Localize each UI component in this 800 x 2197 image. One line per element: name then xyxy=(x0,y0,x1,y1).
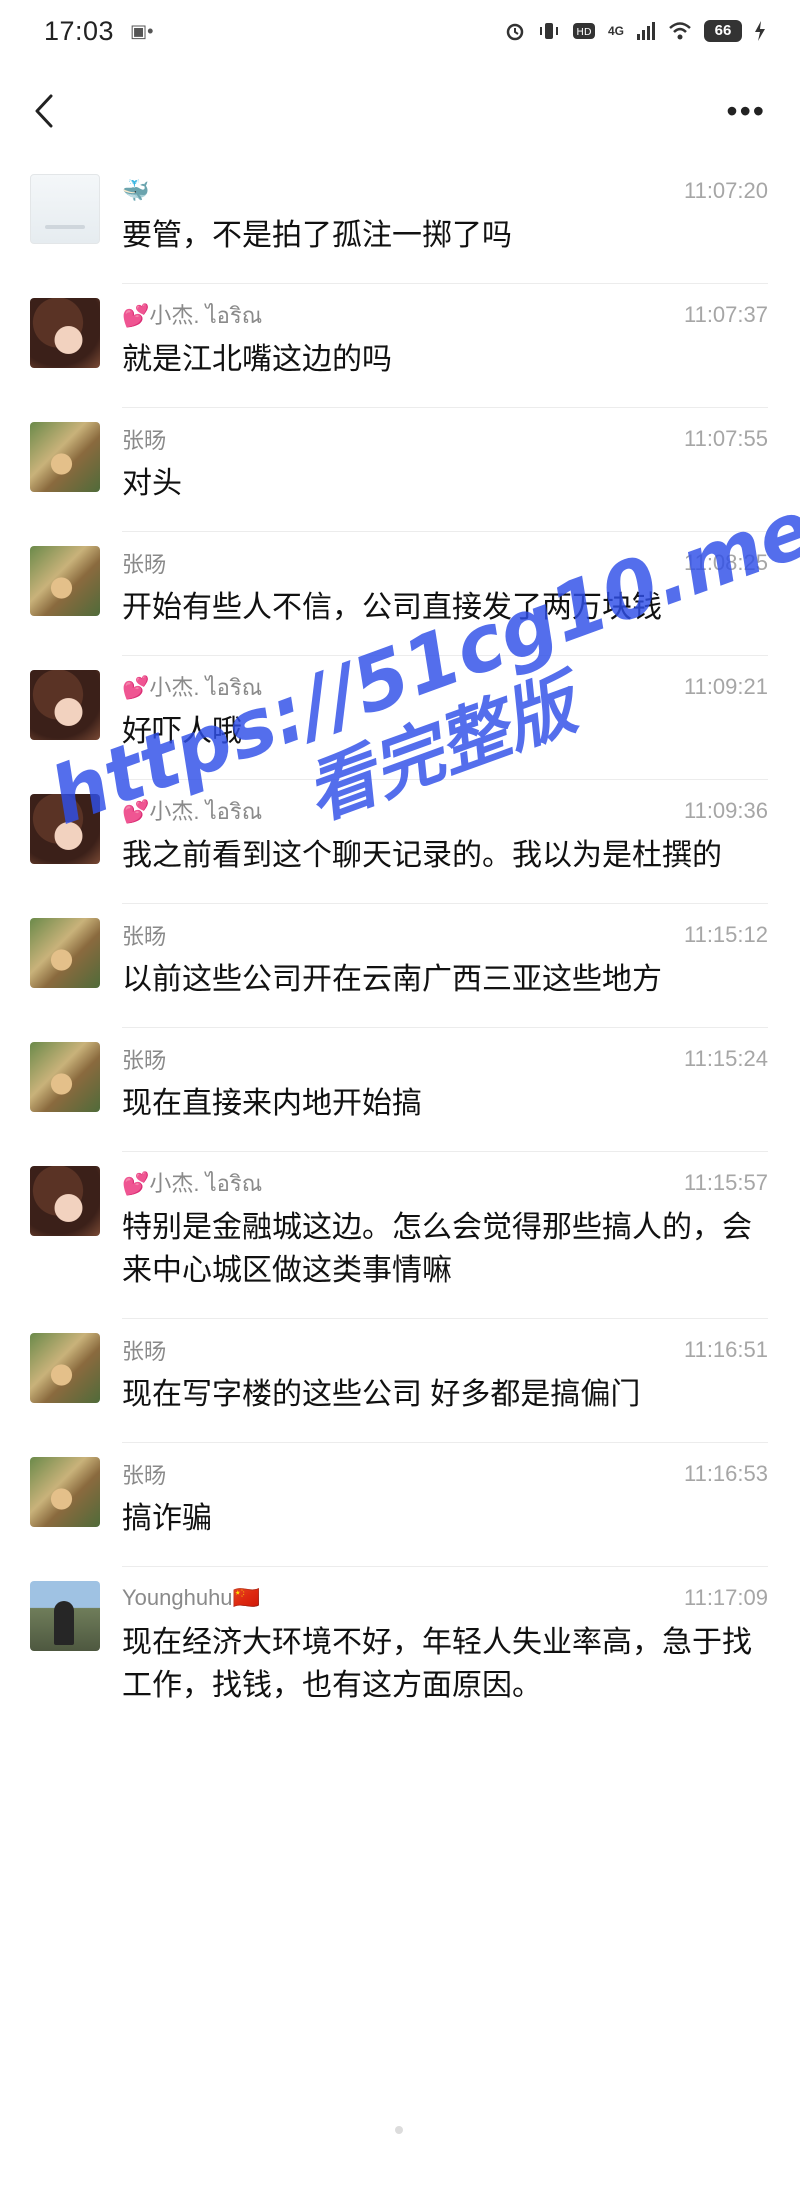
message-time: 11:17:09 xyxy=(683,1585,768,1610)
message-content: 🐳 11:07:20 要管，不是拍了孤注一掷了吗 xyxy=(122,174,768,284)
avatar[interactable] xyxy=(30,918,100,988)
status-bar: 17:03 ▣• HD 4G 66 xyxy=(0,0,800,62)
chevron-left-icon xyxy=(35,94,53,128)
signal-icon xyxy=(637,22,655,40)
message-time: 11:16:51 xyxy=(683,1337,768,1362)
message-row: 张旸 11:15:12 以前这些公司开在云南广西三亚这些地方 xyxy=(0,904,800,1028)
sender-name[interactable]: 💕小杰. ไอริณ xyxy=(122,794,262,829)
battery-icon: 66 xyxy=(704,20,742,42)
message-time: 11:15:12 xyxy=(683,922,768,947)
wifi-icon xyxy=(669,22,691,40)
status-right: HD 4G 66 xyxy=(504,20,766,42)
sender-name[interactable]: 张旸 xyxy=(122,1043,166,1075)
scroll-indicator xyxy=(395,2126,403,2134)
message-time: 11:07:37 xyxy=(683,302,768,327)
message-text: 搞诈骗 xyxy=(122,1502,212,1535)
sender-name[interactable]: 张旸 xyxy=(122,423,166,455)
nav-bar: ••• xyxy=(0,62,800,160)
message-text: 就是江北嘴这边的吗 xyxy=(122,343,392,376)
avatar[interactable] xyxy=(30,422,100,492)
message-row: 💕小杰. ไอริณ 11:09:36 我之前看到这个聊天记录的。我以为是杜撰的 xyxy=(0,780,800,904)
message-row: 💕小杰. ไอริณ 11:07:37 就是江北嘴这边的吗 xyxy=(0,284,800,408)
message-content: 💕小杰. ไอริณ 11:09:36 我之前看到这个聊天记录的。我以为是杜撰的 xyxy=(122,794,768,904)
message-text: 现在经济大环境不好，年轻人失业率高，急于找工作，找钱，也有这方面原因。 xyxy=(122,1626,752,1702)
avatar[interactable] xyxy=(30,1166,100,1236)
message-row: Younghuhu🇨🇳 11:17:09 现在经济大环境不好，年轻人失业率高，急于… xyxy=(0,1567,800,1733)
svg-text:HD: HD xyxy=(576,27,592,38)
message-text: 开始有些人不信，公司直接发了两万块钱 xyxy=(122,591,662,624)
message-text: 我之前看到这个聊天记录的。我以为是杜撰的 xyxy=(122,839,722,872)
message-row: 🐳 11:07:20 要管，不是拍了孤注一掷了吗 xyxy=(0,160,800,284)
message-time: 11:09:21 xyxy=(683,674,768,699)
charging-icon xyxy=(755,21,765,41)
sender-name[interactable]: 🐳 xyxy=(122,178,149,204)
sender-name[interactable]: 张旸 xyxy=(122,1458,166,1490)
message-text: 好吓人哦 xyxy=(122,715,242,748)
message-content: 张旸 11:15:12 以前这些公司开在云南广西三亚这些地方 xyxy=(122,918,768,1028)
status-time: 17:03 xyxy=(44,15,115,46)
message-time: 11:09:36 xyxy=(683,798,768,823)
message-content: 张旸 11:16:53 搞诈骗 xyxy=(122,1457,768,1567)
message-content: 张旸 11:07:55 对头 xyxy=(122,422,768,532)
message-list: 🐳 11:07:20 要管，不是拍了孤注一掷了吗 💕小杰. ไอริณ 11:07:… xyxy=(0,160,800,1733)
hd-icon: HD xyxy=(572,23,595,39)
sender-name[interactable]: 张旸 xyxy=(122,547,166,579)
message-row: 💕小杰. ไอริณ 11:09:21 好吓人哦 xyxy=(0,656,800,780)
message-row: 张旸 11:08:25 开始有些人不信，公司直接发了两万块钱 xyxy=(0,532,800,656)
avatar[interactable] xyxy=(30,174,100,244)
back-button[interactable] xyxy=(26,89,62,133)
avatar[interactable] xyxy=(30,1457,100,1527)
network-label: 4G xyxy=(607,24,624,38)
alarm-icon xyxy=(506,23,524,41)
message-row: 张旸 11:07:55 对头 xyxy=(0,408,800,532)
message-content: 💕小杰. ไอริณ 11:07:37 就是江北嘴这边的吗 xyxy=(122,298,768,408)
message-text: 以前这些公司开在云南广西三亚这些地方 xyxy=(122,963,662,996)
message-row: 张旸 11:16:51 现在写字楼的这些公司 好多都是搞偏门 xyxy=(0,1319,800,1443)
message-content: 张旸 11:08:25 开始有些人不信，公司直接发了两万块钱 xyxy=(122,546,768,656)
message-time: 11:15:57 xyxy=(683,1170,768,1195)
message-content: 💕小杰. ไอริณ 11:09:21 好吓人哦 xyxy=(122,670,768,780)
message-row: 张旸 11:16:53 搞诈骗 xyxy=(0,1443,800,1567)
avatar[interactable] xyxy=(30,794,100,864)
message-time: 11:16:53 xyxy=(683,1461,768,1486)
avatar[interactable] xyxy=(30,670,100,740)
avatar[interactable] xyxy=(30,546,100,616)
message-time: 11:15:24 xyxy=(683,1046,768,1071)
avatar[interactable] xyxy=(30,1581,100,1651)
message-text: 要管，不是拍了孤注一掷了吗 xyxy=(122,219,512,252)
message-row: 💕小杰. ไอริณ 11:15:57 特别是金融城这边。怎么会觉得那些搞人的，会… xyxy=(0,1152,800,1319)
sender-name[interactable]: 张旸 xyxy=(122,1334,166,1366)
message-content: 💕小杰. ไอริณ 11:15:57 特别是金融城这边。怎么会觉得那些搞人的，会… xyxy=(122,1166,768,1319)
sender-name[interactable]: 💕小杰. ไอริณ xyxy=(122,670,262,705)
message-row: 张旸 11:15:24 现在直接来内地开始搞 xyxy=(0,1028,800,1152)
sender-name[interactable]: 💕小杰. ไอริณ xyxy=(122,1166,262,1201)
sender-name[interactable]: 💕小杰. ไอริณ xyxy=(122,298,262,333)
sender-name[interactable]: 张旸 xyxy=(122,919,166,951)
sender-name[interactable]: Younghuhu🇨🇳 xyxy=(122,1585,260,1611)
message-content: 张旸 11:16:51 现在写字楼的这些公司 好多都是搞偏门 xyxy=(122,1333,768,1443)
avatar[interactable] xyxy=(30,1042,100,1112)
message-content: 张旸 11:15:24 现在直接来内地开始搞 xyxy=(122,1042,768,1152)
message-time: 11:07:20 xyxy=(683,178,768,203)
vibrate-icon xyxy=(539,23,558,39)
message-text: 现在直接来内地开始搞 xyxy=(122,1087,422,1120)
message-text: 现在写字楼的这些公司 好多都是搞偏门 xyxy=(122,1378,641,1411)
more-button[interactable]: ••• xyxy=(716,89,766,133)
notification-glyph: ▣• xyxy=(130,20,154,41)
message-text: 特别是金融城这边。怎么会觉得那些搞人的，会来中心城区做这类事情嘛 xyxy=(122,1211,752,1287)
avatar[interactable] xyxy=(30,298,100,368)
avatar[interactable] xyxy=(30,1333,100,1403)
message-content: Younghuhu🇨🇳 11:17:09 现在经济大环境不好，年轻人失业率高，急于… xyxy=(122,1581,768,1733)
message-text: 对头 xyxy=(122,467,182,500)
message-time: 11:07:55 xyxy=(683,426,768,451)
message-time: 11:08:25 xyxy=(683,550,768,575)
status-left: 17:03 ▣• xyxy=(44,16,153,47)
